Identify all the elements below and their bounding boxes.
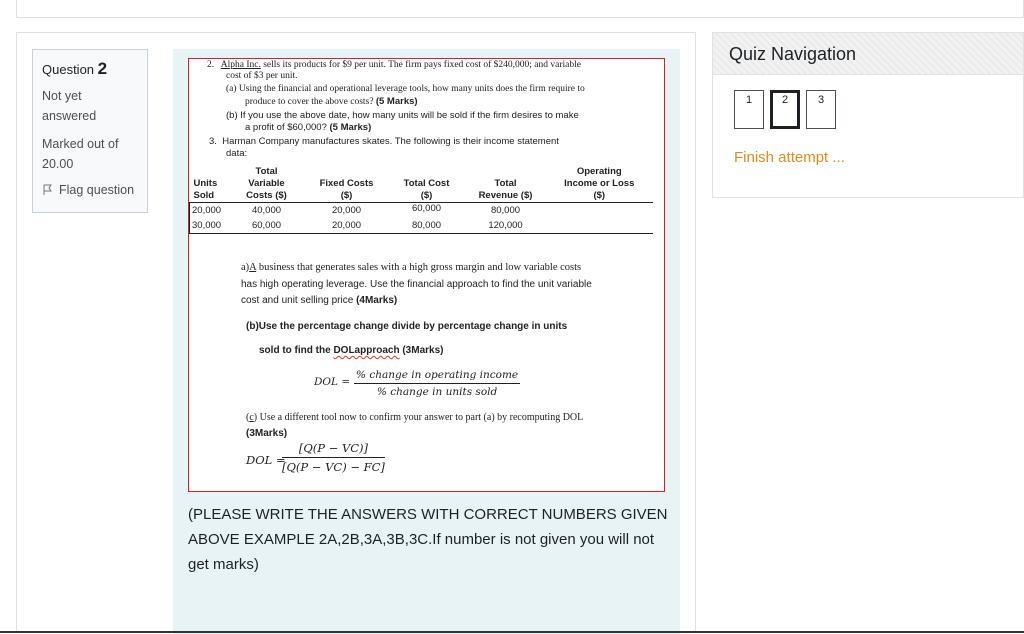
col-fixed-costs: Fixed Costs ($) (305, 166, 388, 203)
question-prefix: Question (42, 62, 95, 77)
col-operating-income: Operating Income or Loss ($) (545, 166, 653, 203)
part-b-formula-lhs: DOL = (314, 376, 351, 388)
quiz-nav-button-2[interactable]: 2 (770, 90, 800, 129)
question-number: 2 (97, 59, 108, 78)
q2-line2: cost of $3 per unit. (226, 71, 298, 81)
q3-line1: 3. Harman Company manufactures skates. T… (209, 136, 559, 147)
part-b-line2: sold to find the DOLapproach (3Marks) (259, 345, 444, 356)
finish-attempt-link[interactable]: Finish attempt ... (734, 149, 845, 166)
part-a-line1: a)A business that generates sales with a… (241, 262, 582, 273)
top-bar (16, 0, 1024, 18)
table-row: 30,000 60,000 20,000 80,000 120,000 (189, 218, 653, 234)
q2a-line1: (a) Using the financial and operational … (226, 84, 585, 94)
q2-company: Alpha Inc. (220, 60, 261, 70)
flag-question-label: Flag question (59, 183, 135, 197)
income-statement-table: Units Sold Total Variable Costs ($) Fixed C… (189, 166, 653, 234)
col-total-revenue: Total Revenue ($) (465, 166, 546, 203)
part-b-formula: % change in operating income % change in… (354, 369, 521, 398)
part-c-formula: [Q(P − VC)] [Q(P − VC) − FC] (282, 441, 385, 474)
q2a-line2: produce to cover the above costs? (5 Mar… (245, 96, 418, 107)
col-total-cost: Total Cost ($) (387, 166, 466, 203)
part-c-line1: (c) Use a different tool now to confirm … (246, 412, 584, 423)
part-a-line3: cost and unit selling price (4Marks) (241, 295, 398, 306)
flag-icon (43, 184, 52, 195)
quiz-nav-button-3[interactable]: 3 (806, 90, 836, 129)
part-c-formula-lhs: DOL = (246, 453, 286, 467)
col-units-sold: Units Sold (189, 166, 228, 203)
col-variable-costs: Total Variable Costs ($) (227, 166, 306, 203)
quiz-nav-button-1[interactable]: 1 (734, 90, 764, 129)
quiz-navigation-panel: Quiz Navigation 1 2 3 Finish attempt ... (712, 32, 1024, 198)
answer-instructions: (PLEASE WRITE THE ANSWERS WITH CORRECT N… (188, 506, 668, 573)
flag-question-button[interactable]: Flag question (42, 183, 138, 197)
marked-out-of: Marked out of 20.00 (42, 137, 119, 171)
answer-status: Not yet answered (42, 89, 97, 123)
part-a-line2: has high operating leverage. Use the fin… (241, 279, 592, 290)
table-row: 20,000 40,000 20,000 60,000 80,000 (189, 202, 654, 218)
q2b-line1: (b) If you use the above date, how many … (226, 110, 579, 121)
q3-line2: data: (226, 148, 248, 159)
part-b-line1: (b)Use the percentage change divide by p… (246, 321, 568, 332)
bottom-border (0, 631, 1024, 633)
question-number-label: Question 2 (42, 59, 138, 80)
quiz-navigation-title: Quiz Navigation (713, 33, 1023, 75)
q2b-line2: a profit of $60,000? (5 Marks) (245, 122, 372, 133)
quiz-navigation-buttons: 1 2 3 (734, 90, 836, 129)
q2-line1: 2. Alpha Inc. sells its products for $9 … (207, 60, 581, 70)
question-info-box: Question 2 Not yet answered Marked out o… (32, 49, 148, 213)
question-image: 2. Alpha Inc. sells its products for $9 … (188, 58, 665, 492)
part-c-line2: (3Marks) (246, 428, 288, 439)
